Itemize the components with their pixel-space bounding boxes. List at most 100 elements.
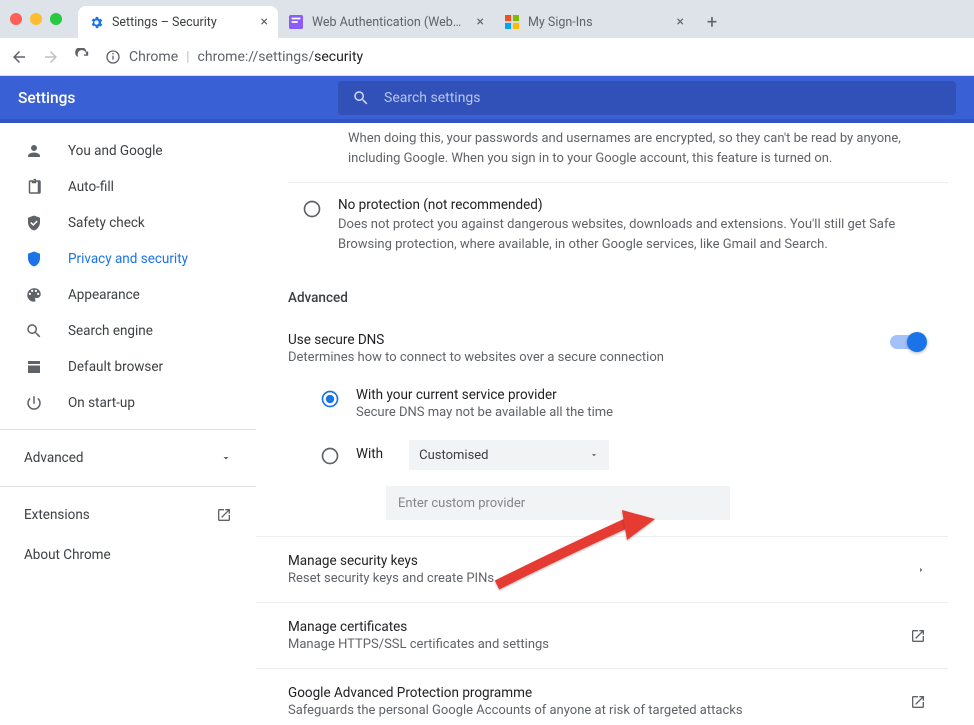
power-icon bbox=[24, 394, 44, 412]
search-settings-field[interactable] bbox=[338, 81, 956, 115]
palette-icon bbox=[24, 286, 44, 304]
close-icon[interactable]: × bbox=[261, 15, 268, 29]
tab-label: Web Authentication (WebAuthn bbox=[312, 15, 469, 30]
external-link-icon bbox=[910, 694, 926, 710]
external-link-icon bbox=[216, 507, 232, 523]
sidebar-item-safety-check[interactable]: Safety check bbox=[0, 205, 256, 241]
chevron-right-icon bbox=[916, 565, 926, 575]
dns-current-provider-option[interactable]: With your current service provider Secur… bbox=[320, 377, 948, 430]
sidebar-item-label: Auto-fill bbox=[68, 179, 114, 195]
dns-provider-select[interactable]: Customised bbox=[409, 440, 609, 470]
browser-toolbar: Chrome | chrome://settings/security bbox=[0, 38, 974, 76]
radio-selected-icon[interactable] bbox=[320, 389, 340, 409]
search-icon bbox=[24, 322, 44, 340]
sidebar-advanced-toggle[interactable]: Advanced bbox=[0, 438, 256, 478]
manage-certificates-row[interactable]: Manage certificates Manage HTTPS/SSL cer… bbox=[256, 602, 948, 668]
sidebar-item-label: Safety check bbox=[68, 215, 145, 231]
divider bbox=[0, 486, 256, 487]
manage-security-keys-row[interactable]: Manage security keys Reset security keys… bbox=[256, 536, 948, 602]
tab-label: My Sign-Ins bbox=[528, 15, 669, 30]
select-value: Customised bbox=[419, 448, 488, 463]
row-desc: Safeguards the personal Google Accounts … bbox=[288, 703, 910, 718]
window-minimize-button[interactable] bbox=[30, 13, 42, 25]
no-protection-option[interactable]: No protection (not recommended) Does not… bbox=[288, 183, 948, 268]
sidebar-about-chrome-link[interactable]: About Chrome bbox=[0, 535, 256, 575]
sidebar-extensions-link[interactable]: Extensions bbox=[0, 495, 256, 535]
sidebar-link-label: Extensions bbox=[24, 507, 90, 523]
clipboard-icon bbox=[24, 178, 44, 196]
option-desc: Does not protect you against dangerous w… bbox=[338, 215, 926, 254]
dns-with-custom-option[interactable]: With Customised bbox=[320, 430, 948, 480]
row-title: Manage certificates bbox=[288, 619, 910, 635]
custom-dns-provider-input[interactable]: Enter custom provider bbox=[386, 486, 730, 520]
option-title: With your current service provider bbox=[356, 387, 613, 403]
sidebar-item-label: Default browser bbox=[68, 359, 163, 375]
sidebar-item-default-browser[interactable]: Default browser bbox=[0, 349, 256, 385]
option-title: With bbox=[356, 446, 383, 462]
close-icon[interactable]: × bbox=[477, 15, 484, 29]
radio-unselected-icon[interactable] bbox=[320, 446, 340, 466]
omnibox-badge: Chrome bbox=[129, 49, 178, 65]
forward-button[interactable] bbox=[42, 48, 60, 66]
window-zoom-button[interactable] bbox=[50, 13, 62, 25]
divider bbox=[0, 429, 256, 430]
browser-icon bbox=[24, 358, 44, 376]
search-icon bbox=[352, 89, 370, 107]
sidebar-item-privacy-security[interactable]: Privacy and security bbox=[0, 241, 256, 277]
chevron-down-icon bbox=[220, 452, 232, 464]
back-button[interactable] bbox=[10, 48, 28, 66]
close-icon[interactable]: × bbox=[677, 15, 684, 29]
chevron-down-icon bbox=[589, 450, 599, 460]
shield-icon bbox=[24, 250, 44, 268]
sidebar-item-autofill[interactable]: Auto-fill bbox=[0, 169, 256, 205]
browser-tab-settings[interactable]: Settings – Security × bbox=[78, 6, 278, 38]
settings-header: Settings bbox=[0, 76, 974, 123]
omnibox-url-prefix: chrome://settings/ bbox=[198, 49, 315, 65]
tab-label: Settings – Security bbox=[112, 15, 253, 30]
safety-icon bbox=[24, 214, 44, 232]
search-input[interactable] bbox=[384, 90, 942, 106]
sidebar-item-appearance[interactable]: Appearance bbox=[0, 277, 256, 313]
sidebar-item-on-startup[interactable]: On start-up bbox=[0, 385, 256, 421]
sidebar-item-label: Privacy and security bbox=[68, 251, 188, 267]
radio-unselected-icon[interactable] bbox=[302, 199, 322, 254]
browser-tab-webauthn[interactable]: Web Authentication (WebAuthn × bbox=[278, 6, 494, 38]
page-title: Settings bbox=[18, 89, 75, 107]
sidebar-item-search-engine[interactable]: Search engine bbox=[0, 313, 256, 349]
advanced-section-label: Advanced bbox=[288, 290, 948, 306]
address-bar[interactable]: Chrome | chrome://settings/security bbox=[105, 49, 964, 65]
sidebar-item-label: Appearance bbox=[68, 287, 140, 303]
sidebar-item-label: You and Google bbox=[68, 143, 163, 159]
microsoft-icon bbox=[504, 14, 520, 30]
window-titlebar: Settings – Security × Web Authentication… bbox=[0, 0, 974, 38]
sidebar: You and Google Auto-fill Safety check Pr… bbox=[0, 123, 256, 721]
sidebar-item-you-and-google[interactable]: You and Google bbox=[0, 133, 256, 169]
sidebar-item-label: On start-up bbox=[68, 395, 135, 411]
window-controls bbox=[10, 0, 78, 38]
gear-icon bbox=[88, 14, 104, 30]
new-tab-button[interactable]: + bbox=[698, 8, 726, 36]
secure-dns-toggle[interactable] bbox=[890, 335, 926, 349]
row-title: Google Advanced Protection programme bbox=[288, 685, 910, 701]
sidebar-link-label: About Chrome bbox=[24, 547, 111, 563]
reload-button[interactable] bbox=[74, 48, 91, 65]
window-close-button[interactable] bbox=[10, 13, 22, 25]
info-icon bbox=[105, 49, 121, 65]
settings-content: When doing this, your passwords and user… bbox=[256, 123, 974, 721]
safe-browsing-desc-continued: When doing this, your passwords and user… bbox=[288, 123, 948, 183]
page-icon bbox=[288, 14, 304, 30]
row-desc: Reset security keys and create PINs bbox=[288, 571, 916, 586]
option-desc: Secure DNS may not be available all the … bbox=[356, 405, 613, 420]
external-link-icon bbox=[910, 628, 926, 644]
row-desc: Manage HTTPS/SSL certificates and settin… bbox=[288, 637, 910, 652]
browser-tab-mysignins[interactable]: My Sign-Ins × bbox=[494, 6, 694, 38]
row-title: Manage security keys bbox=[288, 553, 916, 569]
use-secure-dns-row: Use secure DNS Determines how to connect… bbox=[256, 320, 948, 377]
setting-title: Use secure DNS bbox=[288, 332, 664, 348]
advanced-protection-row[interactable]: Google Advanced Protection programme Saf… bbox=[256, 668, 948, 721]
person-icon bbox=[24, 142, 44, 160]
setting-desc: Determines how to connect to websites ov… bbox=[288, 350, 664, 365]
sidebar-item-label: Search engine bbox=[68, 323, 153, 339]
option-title: No protection (not recommended) bbox=[338, 197, 926, 213]
sidebar-advanced-label: Advanced bbox=[24, 450, 84, 466]
